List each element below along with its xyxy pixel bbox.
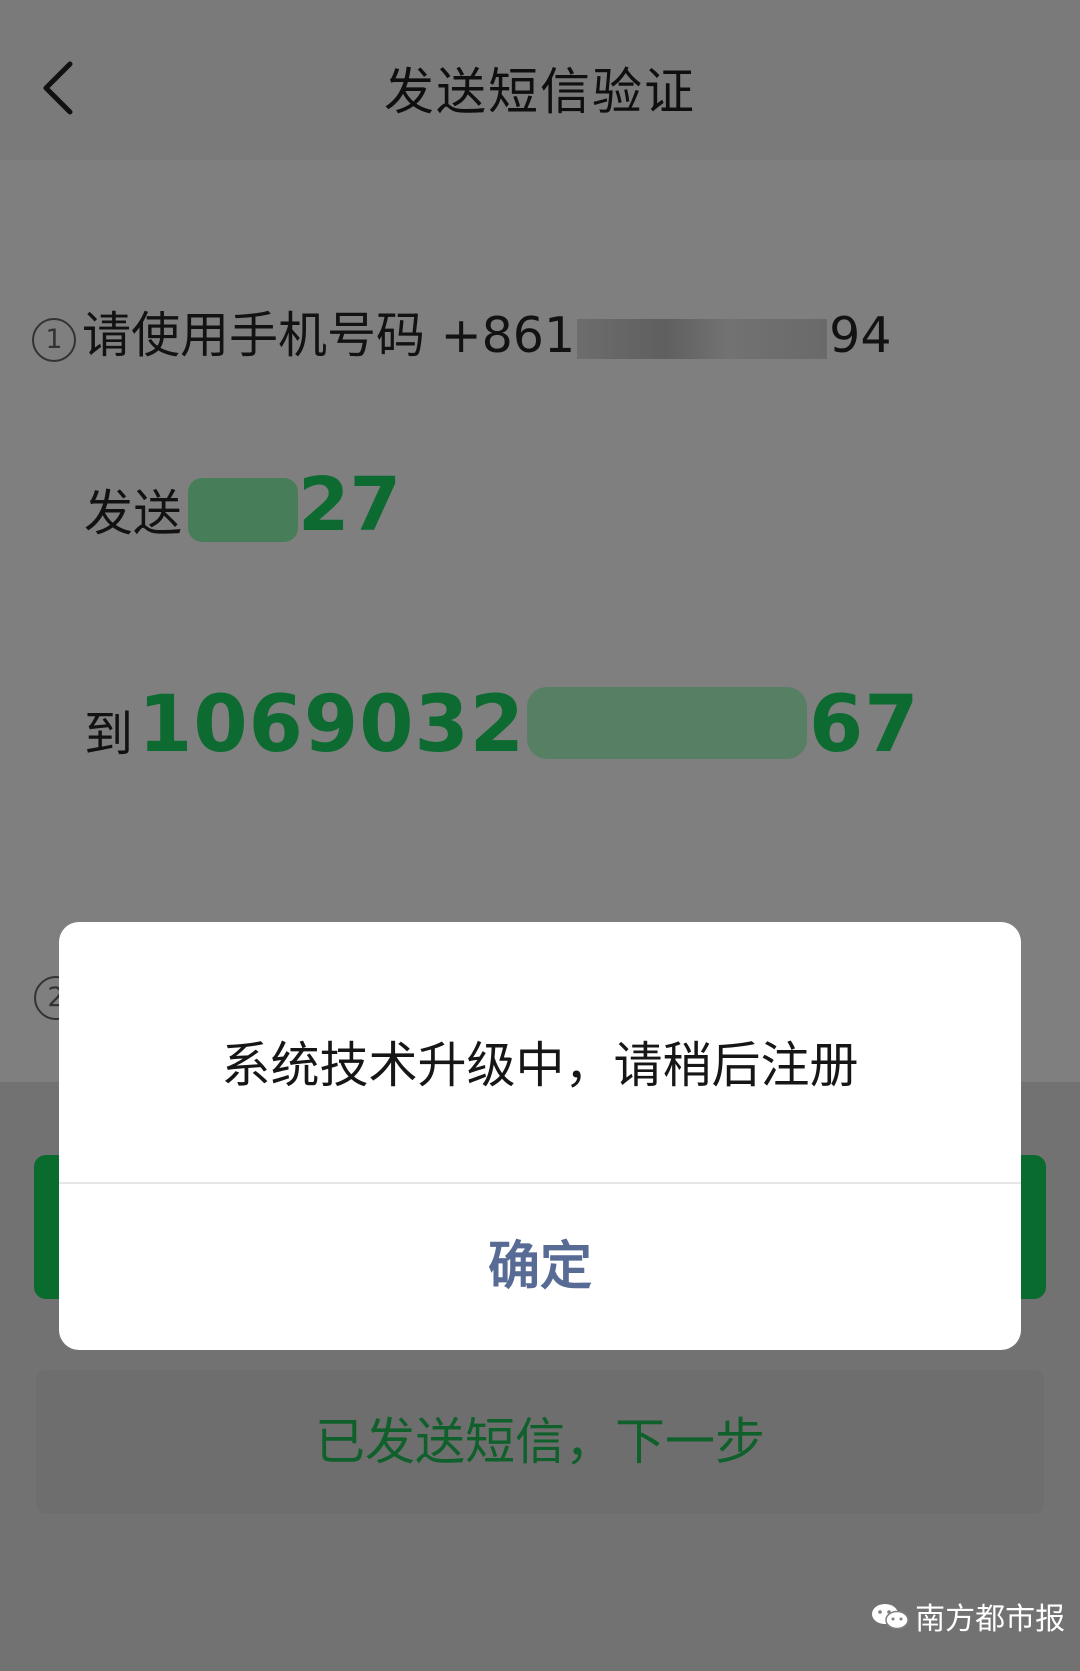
confirm-button[interactable]: 确定 (59, 1184, 1021, 1350)
instruction-text: 请使用手机号码 +86 (82, 307, 544, 364)
phone-suffix: 94 (829, 307, 892, 364)
code-suffix: 27 (298, 462, 401, 548)
number-suffix: 67 (809, 680, 920, 770)
watermark: 南方都市报 (870, 1594, 1065, 1638)
to-label: 到 (84, 706, 134, 763)
send-label: 发送 (84, 485, 183, 542)
step-1-instruction: 1 请使用手机号码 +861 94 (32, 296, 892, 367)
alert-dialog: 系统技术升级中，请稍后注册 确定 (59, 922, 1021, 1350)
code-redaction (188, 478, 299, 542)
number-redaction (527, 687, 808, 759)
wechat-icon (872, 1604, 909, 1630)
phone-prefix-partial: 1 (543, 307, 576, 364)
step-1-marker: 1 (32, 318, 76, 362)
number-prefix: 1069032 (138, 680, 526, 770)
dialog-message: 系统技术升级中，请稍后注册 (221, 1037, 859, 1094)
destination-row: 到 1069032 67 (84, 680, 920, 770)
phone-redaction (577, 318, 828, 359)
top-bar: 发送短信验证 (0, 0, 1080, 160)
watermark-text: 南方都市报 (915, 1602, 1066, 1637)
send-code-row: 发送 27 (84, 462, 401, 548)
next-step-button[interactable]: 已发送短信，下一步 (36, 1370, 1044, 1514)
page-title: 发送短信验证 (384, 63, 696, 121)
